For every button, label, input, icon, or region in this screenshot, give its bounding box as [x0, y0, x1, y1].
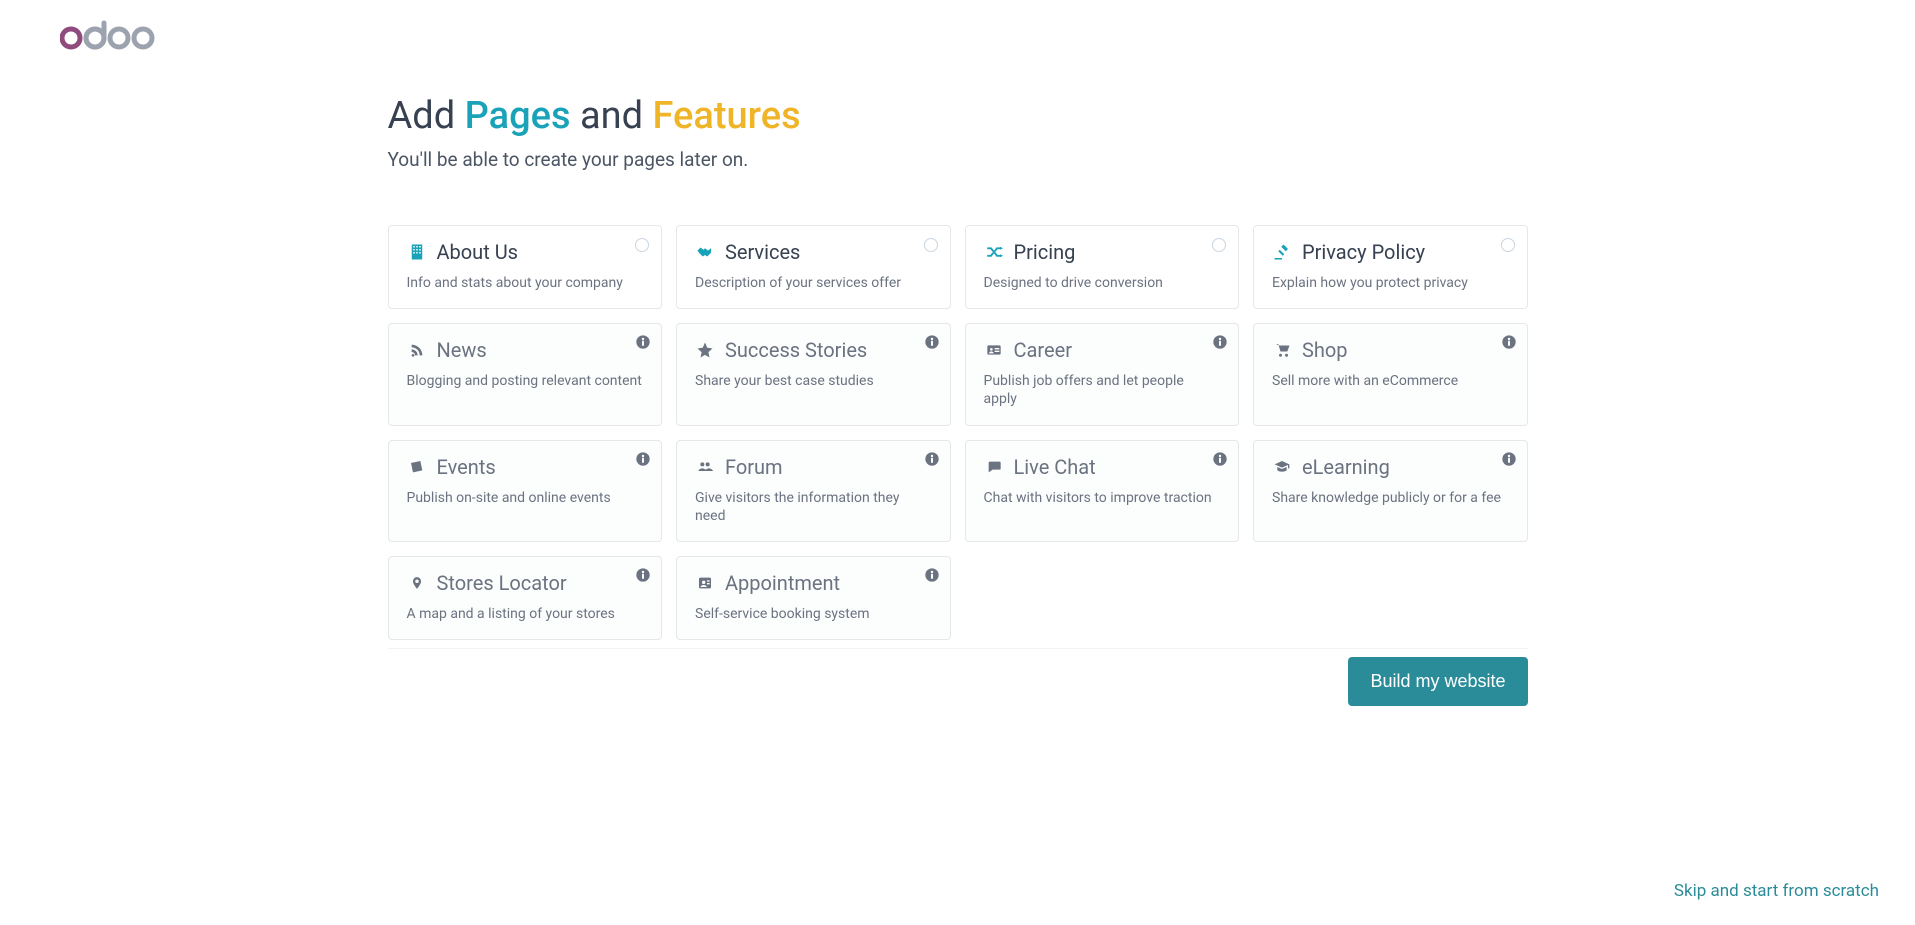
card-title-text: Career [1014, 338, 1072, 362]
card-description: Share knowledge publicly or for a fee [1272, 489, 1509, 507]
card-title: Shop [1272, 338, 1509, 362]
card-description: Chat with visitors to improve traction [984, 489, 1221, 507]
info-icon[interactable] [635, 567, 651, 583]
select-circle-icon[interactable] [924, 238, 938, 252]
brand-logo [0, 0, 1915, 50]
card-title: Career [984, 338, 1221, 362]
card-title-text: Stores Locator [437, 571, 567, 595]
card-description: Publish on-site and online events [407, 489, 644, 507]
card-title-text: Success Stories [725, 338, 867, 362]
card-title-text: Privacy Policy [1302, 240, 1425, 264]
select-circle-icon[interactable] [1501, 238, 1515, 252]
info-icon[interactable] [1212, 334, 1228, 350]
handshake-icon [695, 242, 715, 262]
page-subtitle: You'll be able to create your pages late… [388, 148, 1528, 171]
card-description: Give visitors the information they need [695, 489, 932, 525]
card-title: Forum [695, 455, 932, 479]
select-circle-icon[interactable] [635, 238, 649, 252]
feature-card-live-chat[interactable]: Live Chat Chat with visitors to improve t… [965, 440, 1240, 542]
feature-card-about-us[interactable]: About Us Info and stats about your compan… [388, 225, 663, 309]
card-title: Live Chat [984, 455, 1221, 479]
card-title: About Us [407, 240, 644, 264]
card-title: Events [407, 455, 644, 479]
info-icon[interactable] [924, 334, 940, 350]
info-icon[interactable] [635, 334, 651, 350]
feature-card-stores-locator[interactable]: Stores Locator A map and a listing of you… [388, 556, 663, 640]
card-title-text: Forum [725, 455, 783, 479]
card-title: Stores Locator [407, 571, 644, 595]
card-title-text: News [437, 338, 487, 362]
card-title-text: Pricing [1014, 240, 1076, 264]
card-description: Blogging and posting relevant content [407, 372, 644, 390]
ticket-icon [407, 457, 427, 477]
feature-card-forum[interactable]: Forum Give visitors the information they … [676, 440, 951, 542]
idcard-icon [984, 340, 1004, 360]
feature-card-pricing[interactable]: Pricing Designed to drive conversion [965, 225, 1240, 309]
feature-card-career[interactable]: Career Publish job offers and let people … [965, 323, 1240, 425]
users-icon [695, 457, 715, 477]
addressbook-icon [695, 573, 715, 593]
feature-card-appointment[interactable]: Appointment Self-service booking system [676, 556, 951, 640]
chat-icon [984, 457, 1004, 477]
feature-card-services[interactable]: Services Description of your services off… [676, 225, 951, 309]
card-title: eLearning [1272, 455, 1509, 479]
card-description: Sell more with an eCommerce [1272, 372, 1509, 390]
cart-icon [1272, 340, 1292, 360]
feature-card-news[interactable]: News Blogging and posting relevant conten… [388, 323, 663, 425]
feature-card-privacy-policy[interactable]: Privacy Policy Explain how you protect pr… [1253, 225, 1528, 309]
info-icon[interactable] [635, 451, 651, 467]
gavel-icon [1272, 242, 1292, 262]
feature-card-shop[interactable]: Shop Sell more with an eCommerce [1253, 323, 1528, 425]
skip-link[interactable]: Skip and start from scratch [1674, 881, 1879, 901]
info-icon[interactable] [1501, 334, 1517, 350]
feature-grid: About Us Info and stats about your compan… [388, 225, 1528, 640]
card-title: News [407, 338, 644, 362]
card-description: Publish job offers and let people apply [984, 372, 1221, 408]
info-icon[interactable] [1501, 451, 1517, 467]
card-title-text: About Us [437, 240, 519, 264]
card-title-text: Appointment [725, 571, 840, 595]
feature-card-elearning[interactable]: eLearning Share knowledge publicly or for… [1253, 440, 1528, 542]
card-title-text: Shop [1302, 338, 1348, 362]
card-title-text: Services [725, 240, 800, 264]
card-description: Designed to drive conversion [984, 274, 1221, 292]
star-icon [695, 340, 715, 360]
card-title: Services [695, 240, 932, 264]
feature-card-events[interactable]: Events Publish on-site and online events [388, 440, 663, 542]
page-title: Add Pages and Features [388, 94, 1528, 138]
card-title-text: Live Chat [1014, 455, 1096, 479]
rss-icon [407, 340, 427, 360]
card-title: Success Stories [695, 338, 932, 362]
building-icon [407, 242, 427, 262]
card-description: Self-service booking system [695, 605, 932, 623]
pin-icon [407, 573, 427, 593]
card-title-text: Events [437, 455, 496, 479]
info-icon[interactable] [924, 451, 940, 467]
feature-card-success-stories[interactable]: Success Stories Share your best case stud… [676, 323, 951, 425]
info-icon[interactable] [1212, 451, 1228, 467]
select-circle-icon[interactable] [1212, 238, 1226, 252]
shuffle-icon [984, 242, 1004, 262]
card-title-text: eLearning [1302, 455, 1390, 479]
card-description: A map and a listing of your stores [407, 605, 644, 623]
card-description: Share your best case studies [695, 372, 932, 390]
card-description: Info and stats about your company [407, 274, 644, 292]
card-title: Pricing [984, 240, 1221, 264]
gradcap-icon [1272, 457, 1292, 477]
build-website-button[interactable]: Build my website [1348, 657, 1527, 706]
card-description: Explain how you protect privacy [1272, 274, 1509, 292]
info-icon[interactable] [924, 567, 940, 583]
card-description: Description of your services offer [695, 274, 932, 292]
card-title: Appointment [695, 571, 932, 595]
card-title: Privacy Policy [1272, 240, 1509, 264]
